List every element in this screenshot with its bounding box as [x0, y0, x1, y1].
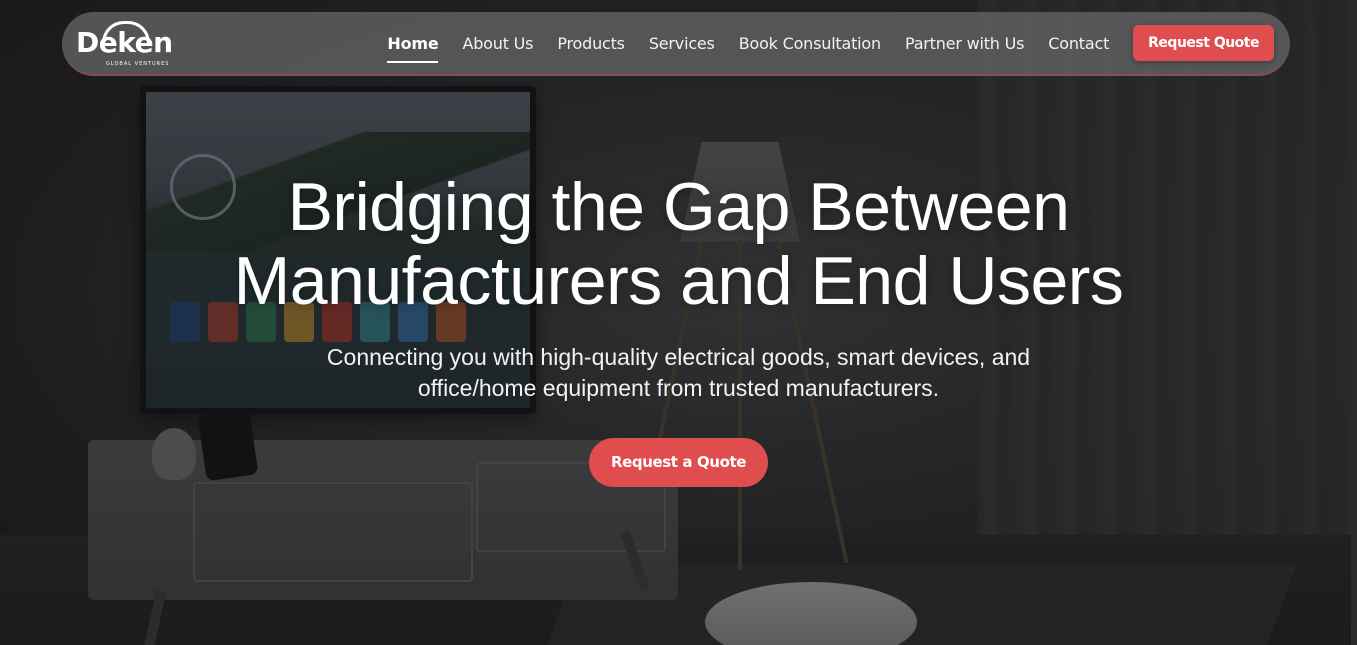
- nav-partner-with-us[interactable]: Partner with Us: [905, 30, 1025, 57]
- nav-products[interactable]: Products: [557, 30, 625, 57]
- nav-about-us[interactable]: About Us: [462, 30, 533, 57]
- hero-subtitle: Connecting you with high-quality electri…: [299, 342, 1059, 404]
- hero-section: Bridging the Gap Between Manufacturers a…: [0, 170, 1357, 487]
- nav-contact[interactable]: Contact: [1048, 30, 1109, 57]
- brand-logo[interactable]: Deken GLOBAL VENTURES: [76, 20, 186, 67]
- nav-services[interactable]: Services: [649, 30, 715, 57]
- site-header: Deken GLOBAL VENTURES Home About Us Prod…: [62, 12, 1290, 76]
- logo-text: Deken: [76, 26, 173, 59]
- request-a-quote-button[interactable]: Request a Quote: [589, 438, 768, 487]
- logo-subtext: GLOBAL VENTURES: [106, 61, 170, 67]
- hero-subtitle-line2: office/home equipment from trusted manuf…: [417, 375, 940, 401]
- nav-home[interactable]: Home: [387, 30, 439, 63]
- hero-subtitle-line1: Connecting you with high-quality electri…: [326, 344, 1031, 370]
- hero-title-line1: Bridging the Gap Between: [287, 169, 1070, 245]
- hero-title: Bridging the Gap Between Manufacturers a…: [0, 170, 1357, 318]
- request-quote-button[interactable]: Request Quote: [1133, 25, 1274, 61]
- nav-book-consultation[interactable]: Book Consultation: [739, 30, 881, 57]
- main-nav: Home About Us Products Services Book Con…: [363, 12, 1274, 74]
- hero-title-line2: Manufacturers and End Users: [233, 243, 1124, 319]
- page-scrollbar[interactable]: [1351, 0, 1357, 645]
